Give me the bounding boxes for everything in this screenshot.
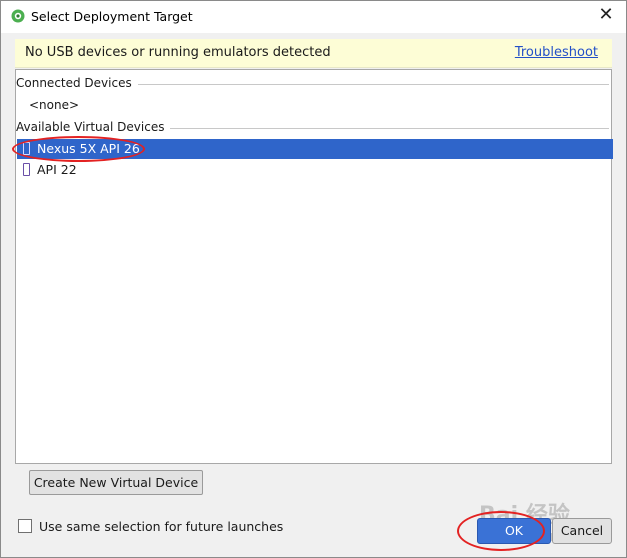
banner-message: No USB devices or running emulators dete… xyxy=(25,45,331,60)
connected-devices-header: Connected Devices xyxy=(16,76,138,90)
same-selection-label: Use same selection for future launches xyxy=(39,519,284,534)
phone-icon xyxy=(23,163,30,176)
device-label: Nexus 5X API 26 xyxy=(37,141,140,156)
device-row-nexus-5x-api-26[interactable]: Nexus 5X API 26 xyxy=(17,139,613,159)
virtual-devices-header: Available Virtual Devices xyxy=(16,120,171,134)
create-virtual-device-button[interactable]: Create New Virtual Device xyxy=(29,470,203,495)
android-studio-icon xyxy=(11,9,25,23)
device-list-panel: Connected Devices <none> Available Virtu… xyxy=(15,69,613,464)
device-row-api-22[interactable]: API 22 xyxy=(17,160,613,180)
phone-icon xyxy=(23,142,30,155)
same-selection-checkbox[interactable] xyxy=(18,519,32,533)
no-devices-banner: No USB devices or running emulators dete… xyxy=(15,39,612,68)
cancel-button[interactable]: Cancel xyxy=(552,518,612,544)
device-label: API 22 xyxy=(37,162,77,177)
no-connected-devices-label: <none> xyxy=(29,98,80,112)
title-bar: Select Deployment Target ✕ xyxy=(1,1,626,33)
ok-button[interactable]: OK xyxy=(477,518,551,544)
connected-devices-section: Connected Devices xyxy=(16,76,611,92)
close-icon[interactable]: ✕ xyxy=(596,4,616,25)
troubleshoot-link[interactable]: Troubleshoot xyxy=(515,45,598,60)
window-title: Select Deployment Target xyxy=(31,9,193,24)
dialog-window: Select Deployment Target ✕ No USB device… xyxy=(0,0,627,558)
virtual-devices-section: Available Virtual Devices xyxy=(16,120,611,136)
